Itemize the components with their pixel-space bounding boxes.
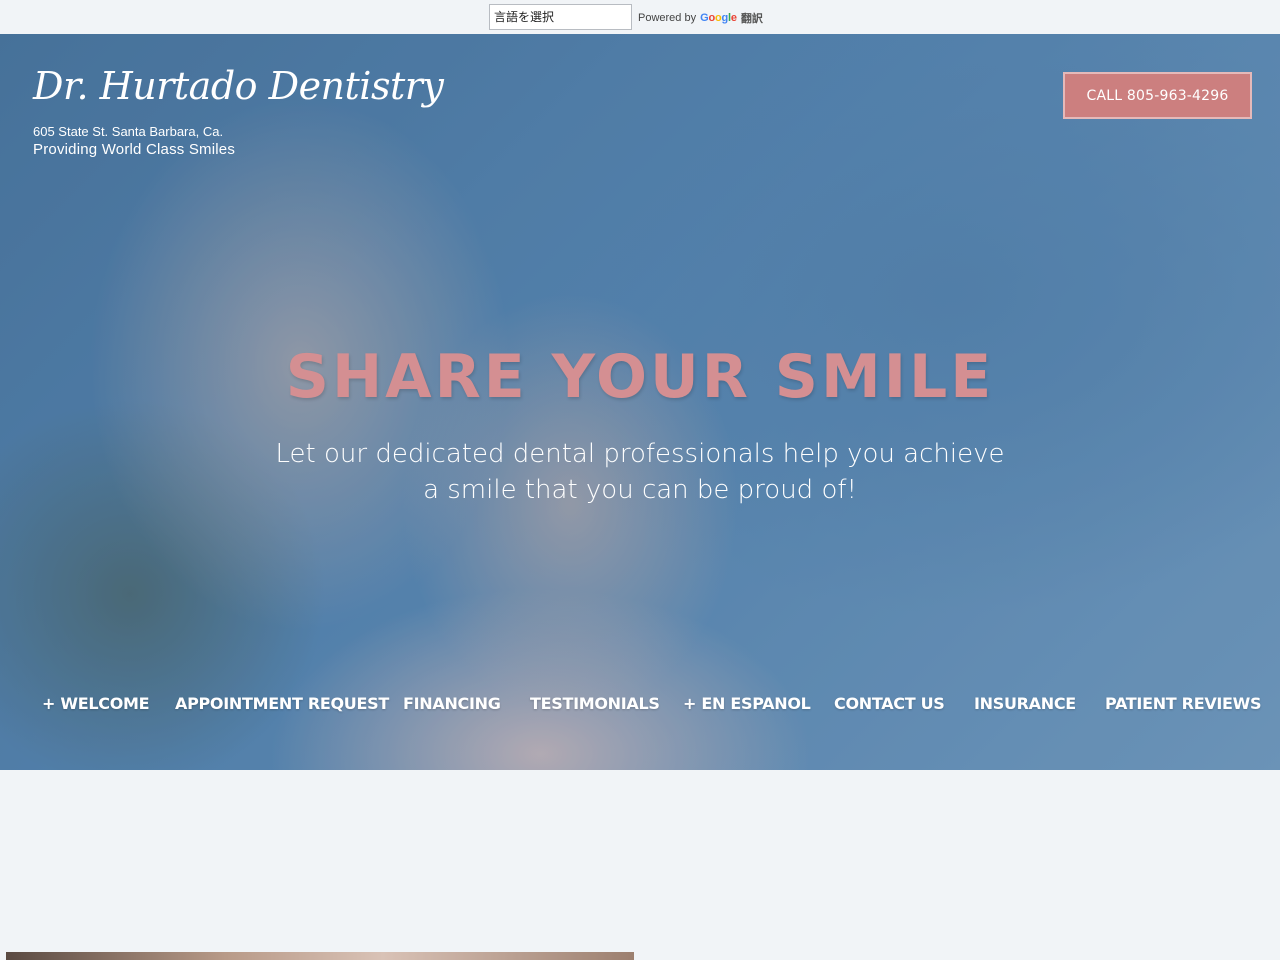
- powered-by-google: Powered by Google 翻訳: [638, 10, 763, 26]
- nav-item-contact-us[interactable]: CONTACT US: [834, 694, 945, 713]
- nav-item-en-espanol[interactable]: + EN ESPANOL: [683, 694, 811, 713]
- brand-block: Dr. Hurtado Dentistry 605 State St. Sant…: [33, 64, 444, 158]
- google-translate-bar: 言語を選択 Powered by Google 翻訳: [0, 0, 1280, 34]
- translate-link[interactable]: 翻訳: [741, 10, 763, 26]
- main-nav: + WELCOME APPOINTMENT REQUEST FINANCING …: [0, 690, 1280, 720]
- nav-item-financing[interactable]: FINANCING: [403, 694, 501, 713]
- nav-item-patient-reviews[interactable]: PATIENT REVIEWS: [1105, 694, 1262, 713]
- hero-subhead: Let our dedicated dental professionals h…: [275, 439, 1005, 505]
- site-title[interactable]: Dr. Hurtado Dentistry: [33, 64, 444, 108]
- nav-item-welcome[interactable]: + WELCOME: [42, 694, 150, 713]
- powered-by-label: Powered by: [638, 12, 697, 24]
- nav-item-appointment-request[interactable]: APPOINTMENT REQUEST: [175, 694, 389, 713]
- hero-section: Dr. Hurtado Dentistry 605 State St. Sant…: [0, 34, 1280, 770]
- hero-headline: SHARE YOUR SMILE: [285, 342, 995, 412]
- nav-item-insurance[interactable]: INSURANCE: [974, 694, 1076, 713]
- language-select[interactable]: 言語を選択: [489, 4, 632, 30]
- call-button[interactable]: CALL 805-963-4296: [1063, 72, 1252, 119]
- google-logo[interactable]: Google: [700, 12, 737, 24]
- nav-item-testimonials[interactable]: TESTIMONIALS: [530, 694, 660, 713]
- site-tagline: Providing World Class Smiles: [33, 141, 236, 158]
- content-image-preview: [6, 952, 634, 960]
- site-address: 605 State St. Santa Barbara, Ca.: [33, 124, 224, 139]
